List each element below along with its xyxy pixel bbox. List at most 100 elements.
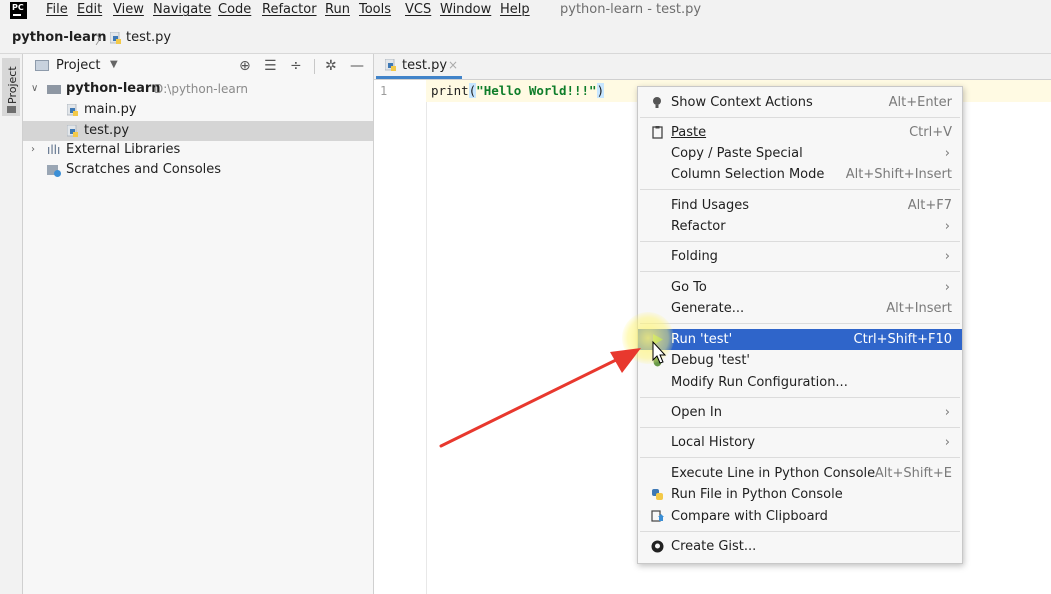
project-panel: Project ▼ ⊕ ☰ ÷ ✲ — ∨ python-learn D:\py… — [23, 54, 374, 594]
tree-external-libraries[interactable]: › ıllı External Libraries — [23, 140, 373, 160]
hide-panel-icon[interactable]: — — [350, 58, 364, 74]
menu-item-paste[interactable]: Paste Ctrl+V — [638, 122, 962, 143]
menu-item-folding[interactable]: Folding › — [638, 246, 962, 267]
menu-item-shortcut: Ctrl+Shift+F10 — [853, 332, 952, 347]
menu-item-shortcut: Alt+Insert — [886, 301, 952, 316]
menu-navigate[interactable]: Navigate — [153, 2, 211, 17]
collapse-all-icon[interactable]: ÷ — [290, 58, 302, 74]
tab-label: test.py — [402, 58, 448, 73]
menu-item-debug[interactable]: Debug 'test' — [638, 350, 962, 371]
python-file-icon — [67, 104, 78, 116]
folder-icon — [47, 85, 61, 94]
menu-item-label: Execute Line in Python Console — [671, 466, 876, 481]
menu-item-shortcut: Alt+Enter — [888, 95, 952, 110]
menu-help[interactable]: Help — [500, 2, 530, 17]
tree-scratches[interactable]: Scratches and Consoles — [23, 160, 373, 180]
menu-item-label: Local History — [671, 435, 756, 450]
menu-item-show-context-actions[interactable]: Show Context Actions Alt+Enter — [638, 92, 962, 113]
menu-vcs[interactable]: VCS — [405, 2, 431, 17]
menu-file[interactable]: File — [46, 2, 68, 17]
breadcrumb-file[interactable]: test.py — [126, 30, 171, 45]
menu-item-label: Paste — [671, 125, 707, 140]
project-panel-header: Project ▼ ⊕ ☰ ÷ ✲ — — [23, 54, 373, 79]
project-tool-button[interactable]: Project — [2, 58, 20, 116]
code-line[interactable]: print("Hello World!!!") — [431, 83, 605, 98]
chevron-down-icon[interactable]: ▼ — [110, 59, 118, 70]
chevron-right-icon: › — [944, 249, 950, 264]
menu-item-go-to[interactable]: Go To › — [638, 277, 962, 298]
tree-file-test[interactable]: test.py — [23, 121, 373, 141]
gear-icon[interactable]: ✲ — [325, 58, 337, 74]
project-view-icon — [35, 60, 49, 71]
menu-code[interactable]: Code — [218, 2, 251, 17]
menu-item-shortcut: Alt+F7 — [907, 198, 952, 213]
compare-icon — [651, 510, 664, 522]
menu-bar: PC File Edit View Navigate Code Refactor… — [0, 0, 1051, 22]
menu-separator — [640, 457, 960, 458]
menu-item-modify-run-configuration[interactable]: Modify Run Configuration... — [638, 372, 962, 393]
clipboard-icon — [652, 126, 663, 139]
tree-root-path: D:\python-learn — [154, 82, 249, 96]
menu-tools[interactable]: Tools — [359, 2, 391, 17]
menu-item-refactor[interactable]: Refactor › — [638, 216, 962, 237]
folder-icon — [7, 106, 16, 113]
menu-item-copy-paste-special[interactable]: Copy / Paste Special › — [638, 143, 962, 164]
menu-item-shortcut: Ctrl+V — [909, 125, 952, 140]
menu-run[interactable]: Run — [325, 2, 350, 17]
line-number: 1 — [380, 84, 388, 98]
python-icon — [652, 489, 663, 500]
menu-item-shortcut: Alt+Shift+E — [874, 466, 952, 481]
menu-item-generate[interactable]: Generate... Alt+Insert — [638, 298, 962, 319]
chevron-right-icon[interactable]: › — [31, 140, 35, 160]
tab-test-py[interactable]: test.py × — [376, 54, 462, 79]
menu-item-label: Go To — [671, 280, 707, 295]
python-file-icon — [67, 125, 78, 137]
project-tool-label: Project — [6, 66, 19, 104]
chevron-right-icon: › — [944, 280, 950, 295]
menu-item-label: Find Usages — [671, 198, 750, 213]
breadcrumb-project[interactable]: python-learn — [12, 30, 107, 45]
tree-file-label: test.py — [84, 123, 130, 138]
menu-item-label: Run 'test' — [671, 332, 733, 347]
menu-item-create-gist[interactable]: Create Gist... — [638, 536, 962, 557]
menu-separator — [640, 427, 960, 428]
menu-item-find-usages[interactable]: Find Usages Alt+F7 — [638, 195, 962, 216]
menu-item-label: Run File in Python Console — [671, 487, 843, 502]
close-icon[interactable]: × — [448, 58, 458, 72]
menu-item-execute-line[interactable]: Execute Line in Python Console Alt+Shift… — [638, 463, 962, 484]
locate-icon[interactable]: ⊕ — [239, 58, 251, 74]
window-title: python-learn - test.py — [560, 2, 702, 17]
context-menu: Show Context Actions Alt+Enter Paste Ctr… — [637, 86, 963, 564]
menu-item-compare-clipboard[interactable]: Compare with Clipboard — [638, 506, 962, 527]
menu-item-label: Open In — [671, 405, 722, 420]
menu-edit[interactable]: Edit — [77, 2, 102, 17]
expand-all-icon[interactable]: ☰ — [264, 58, 277, 74]
tree-file-main[interactable]: main.py — [23, 100, 373, 120]
python-file-icon — [110, 32, 121, 44]
lightbulb-icon — [653, 97, 661, 108]
pycharm-logo-icon: PC — [10, 2, 27, 19]
menu-separator — [640, 241, 960, 242]
menu-window[interactable]: Window — [440, 2, 491, 17]
menu-separator — [640, 117, 960, 118]
menu-item-run[interactable]: Run 'test' Ctrl+Shift+F10 — [638, 329, 962, 350]
chevron-right-icon: › — [944, 146, 950, 161]
chevron-down-icon[interactable]: ∨ — [31, 79, 38, 99]
menu-view[interactable]: View — [113, 2, 144, 17]
menu-separator — [640, 323, 960, 324]
header-divider — [314, 59, 315, 74]
menu-item-run-file-in-console[interactable]: Run File in Python Console — [638, 484, 962, 505]
project-view-title[interactable]: Project — [56, 58, 100, 73]
menu-item-label: Folding — [671, 249, 718, 264]
menu-item-column-selection-mode[interactable]: Column Selection Mode Alt+Shift+Insert — [638, 164, 962, 185]
menu-item-open-in[interactable]: Open In › — [638, 402, 962, 423]
editor-gutter — [374, 80, 427, 594]
tree-root[interactable]: ∨ python-learn D:\python-learn — [23, 79, 373, 99]
menu-item-local-history[interactable]: Local History › — [638, 432, 962, 453]
menu-item-label: Compare with Clipboard — [671, 509, 828, 524]
tree-file-label: main.py — [84, 102, 137, 117]
breadcrumb: python-learn 〉 test.py — [0, 23, 1051, 54]
menu-item-label: Copy / Paste Special — [671, 146, 803, 161]
menu-refactor[interactable]: Refactor — [262, 2, 317, 17]
menu-item-label: Create Gist... — [671, 539, 757, 554]
